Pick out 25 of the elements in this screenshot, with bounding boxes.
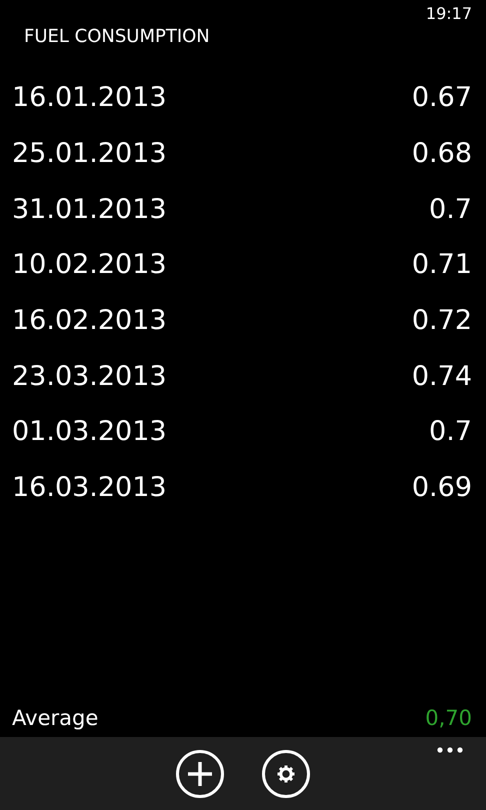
entry-date: 10.02.2013 bbox=[12, 249, 167, 280]
add-button[interactable] bbox=[176, 750, 224, 798]
entry-value: 0.7 bbox=[429, 416, 472, 448]
plus-icon bbox=[187, 761, 213, 787]
settings-button[interactable] bbox=[262, 750, 310, 798]
entry-value: 0.74 bbox=[412, 360, 472, 392]
average-value: 0,70 bbox=[425, 706, 472, 730]
more-icon[interactable] bbox=[437, 747, 463, 753]
average-label: Average bbox=[12, 706, 98, 730]
entry-date: 16.03.2013 bbox=[12, 472, 167, 504]
entry-value: 0.7 bbox=[429, 194, 472, 225]
entry-date: 01.03.2013 bbox=[12, 416, 167, 448]
entry-date: 16.01.2013 bbox=[12, 82, 167, 114]
status-time: 19:17 bbox=[426, 5, 472, 22]
entry-value: 0.69 bbox=[412, 472, 472, 504]
entry-date: 23.03.2013 bbox=[12, 360, 167, 392]
entry-value: 0.67 bbox=[412, 82, 472, 114]
entry-date: 16.02.2013 bbox=[12, 305, 167, 336]
entry-value: 0.68 bbox=[412, 138, 472, 170]
entry-date: 25.01.2013 bbox=[12, 138, 167, 170]
gear-icon bbox=[277, 765, 295, 783]
page-title: FUEL CONSUMPTION bbox=[24, 26, 210, 47]
entry-value: 0.72 bbox=[412, 305, 472, 336]
entry-value: 0.71 bbox=[412, 249, 472, 280]
entry-date: 31.01.2013 bbox=[12, 194, 167, 225]
